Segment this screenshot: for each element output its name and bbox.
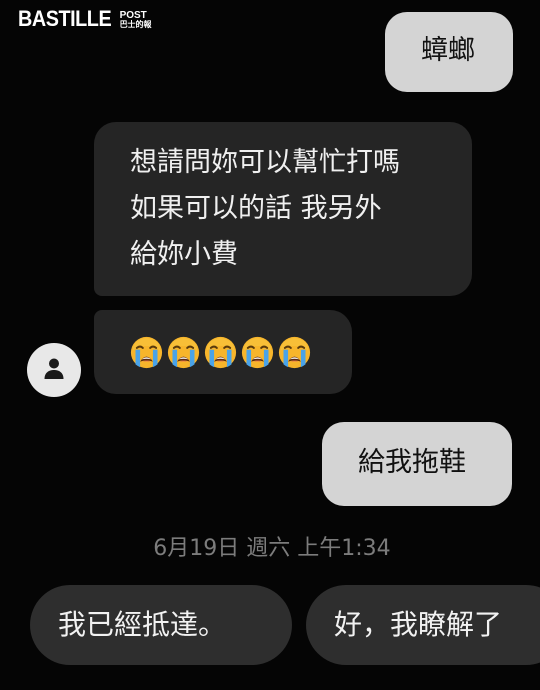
quick-reply-fade xyxy=(526,585,540,665)
outgoing-message-bubble[interactable]: 蟑螂 xyxy=(385,12,513,92)
loudly-crying-face-emoji xyxy=(204,336,237,369)
message-text-line-2: 如果可以的話 我另外 xyxy=(130,193,382,224)
outgoing-message-bubble[interactable]: 給我拖鞋 xyxy=(322,422,512,506)
chat-screen: BASTILLE POST 巴士的報 蟑螂 想請問妳可以幫忙打嗎 如果可以的話 … xyxy=(0,0,540,690)
watermark-side: POST 巴士的報 xyxy=(120,11,152,29)
loudly-crying-face-emoji xyxy=(241,336,274,369)
bastille-post-watermark: BASTILLE POST 巴士的報 xyxy=(18,8,152,30)
message-text: 給我拖鞋 xyxy=(358,447,466,478)
quick-reply-arrived[interactable]: 我已經抵達。 xyxy=(30,585,292,665)
quick-reply-label: 好，我瞭解了 xyxy=(334,608,503,641)
watermark-chinese-text: 巴士的報 xyxy=(119,20,152,29)
quick-reply-label: 我已經抵達。 xyxy=(58,608,227,641)
message-text: 蟑螂 xyxy=(421,35,475,66)
emoji-row xyxy=(130,336,311,369)
loudly-crying-face-emoji xyxy=(130,336,163,369)
quick-reply-understood[interactable]: 好，我瞭解了 xyxy=(306,585,540,665)
incoming-message-bubble[interactable]: 想請問妳可以幫忙打嗎 如果可以的話 我另外 給妳小費 xyxy=(94,122,472,296)
message-text-line-1: 想請問妳可以幫忙打嗎 xyxy=(130,147,400,178)
message-timestamp: 6月19日 週六 上午1:34 xyxy=(153,536,391,561)
loudly-crying-face-emoji xyxy=(167,336,200,369)
person-icon xyxy=(42,356,66,384)
watermark-main-text: BASTILLE xyxy=(18,6,112,31)
incoming-emoji-message-bubble[interactable] xyxy=(94,310,352,394)
sender-avatar[interactable] xyxy=(27,343,81,397)
message-text-line-3: 給妳小費 xyxy=(130,239,238,270)
loudly-crying-face-emoji xyxy=(278,336,311,369)
